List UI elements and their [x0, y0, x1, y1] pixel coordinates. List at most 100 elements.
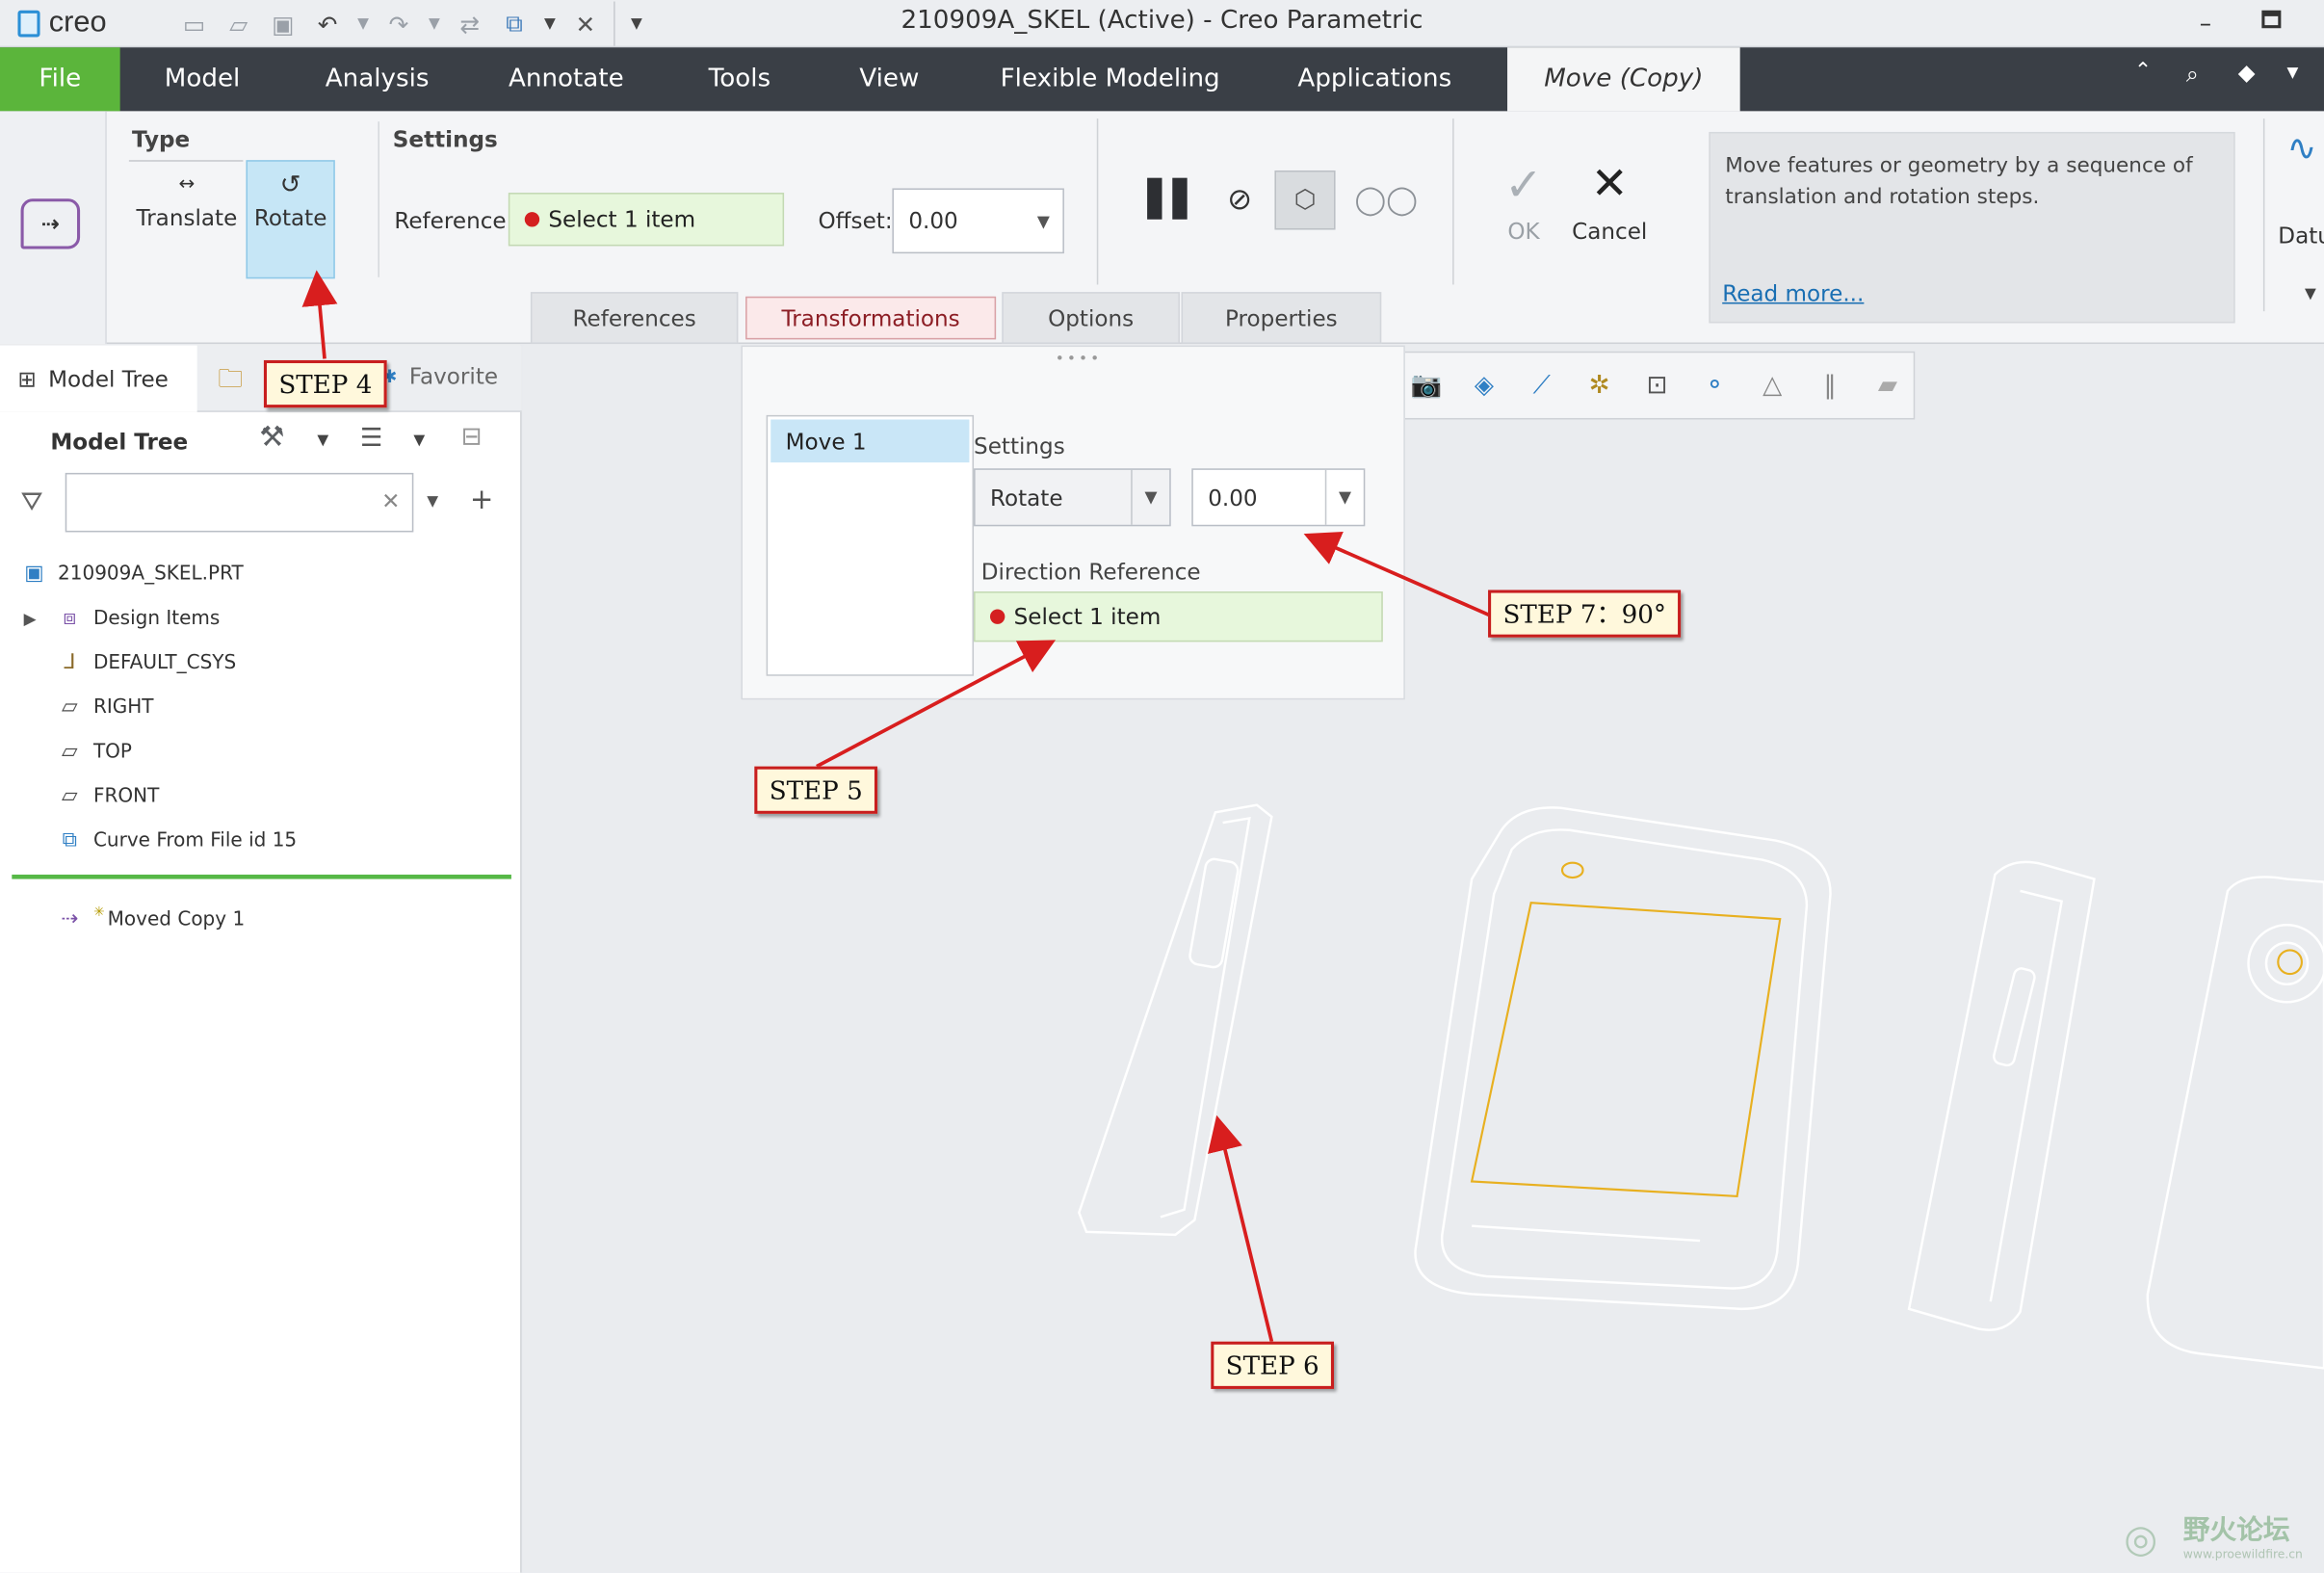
tree-item-design-items[interactable]: ▶ ⧈ Design Items	[24, 596, 221, 641]
no-preview-icon[interactable]: ⊘	[1227, 181, 1252, 217]
show-list-icon[interactable]: ☰	[360, 424, 382, 454]
tree-filter-icon[interactable]: ⊟	[461, 423, 483, 453]
appearance-icon[interactable]: △	[1746, 359, 1798, 411]
add-icon[interactable]: +	[470, 484, 494, 516]
insert-here-indicator[interactable]	[12, 874, 511, 879]
tree-item-top[interactable]: ▱ TOP	[53, 729, 132, 773]
view-manager-icon[interactable]: ⊡	[1632, 359, 1684, 411]
divider	[2262, 118, 2265, 312]
pause-regen-icon[interactable]: ‖	[1804, 359, 1856, 411]
ok-button[interactable]: ✓ OK	[1494, 160, 1554, 245]
navigator-tabs: ⊞ Model Tree 🗀 ✱ Favorite	[0, 345, 522, 412]
datum-display-icon[interactable]: ⟋	[1516, 359, 1568, 411]
tree-item-label: Moved Copy 1	[107, 907, 246, 931]
title-bar: creo ▭ ▱ ▣ ↶ ▼ ↷ ▼ ⇄ ⧉ ▼ ✕ ▼ 210909A_SKE…	[0, 0, 2324, 48]
saved-views-icon[interactable]: 📷	[1400, 359, 1452, 411]
tab-move-copy[interactable]: Move (Copy)	[1507, 47, 1740, 112]
tree-item-default-csys[interactable]: ⅃ DEFAULT_CSYS	[53, 641, 236, 685]
section-icon[interactable]: ▰	[1862, 359, 1914, 411]
cancel-button[interactable]: ✕ Cancel	[1571, 159, 1648, 245]
rotate-button[interactable]: ↺ Rotate	[246, 160, 335, 279]
display-style-icon[interactable]: ◈	[1458, 359, 1510, 411]
reference-collector[interactable]: Select 1 item	[508, 193, 785, 247]
tree-item-moved-copy[interactable]: ⇢ ✳ Moved Copy 1	[53, 897, 245, 941]
divider	[1452, 118, 1454, 285]
tree-item-front[interactable]: ▱ FRONT	[53, 773, 159, 818]
reference-label: Reference:	[394, 207, 514, 235]
read-more-link[interactable]: Read more...	[1722, 278, 1864, 309]
filter-icon[interactable]: ⛛	[21, 486, 43, 517]
datum-plane-icon: ▱	[62, 739, 78, 764]
tree-item-label: 210909A_SKEL.PRT	[58, 563, 244, 586]
tab-model[interactable]: Model	[148, 47, 256, 111]
spin-center-icon[interactable]: ⚬	[1689, 359, 1741, 411]
mode-dropdown-icon[interactable]: ▼	[1131, 469, 1169, 525]
tree-settings-icon[interactable]: ⚒	[259, 421, 284, 454]
learning-icon[interactable]: ◆	[2238, 60, 2256, 87]
datum-label[interactable]: Datu	[2278, 223, 2324, 249]
clear-search-icon[interactable]: ✕	[381, 487, 400, 514]
tab-options[interactable]: Options	[1002, 292, 1180, 345]
tab-favorites[interactable]: ✱ Favorite	[382, 363, 498, 390]
step5-callout: STEP 5	[754, 766, 878, 814]
tab-annotate[interactable]: Annotate	[501, 47, 631, 111]
tab-tools[interactable]: Tools	[699, 47, 779, 111]
search-dropdown-icon[interactable]: ▼	[427, 493, 438, 510]
show-dropdown-icon[interactable]: ▼	[413, 433, 425, 449]
tab-model-tree[interactable]: ⊞ Model Tree	[0, 345, 197, 412]
help-dropdown-icon[interactable]: ▼	[2287, 66, 2299, 82]
minimize-icon[interactable]: –	[2200, 9, 2211, 37]
offset-dropdown-icon[interactable]: ▼	[1024, 190, 1062, 252]
tree-item-right[interactable]: ▱ RIGHT	[53, 685, 154, 729]
datum-icon[interactable]: ∿	[2287, 127, 2317, 169]
window-title: 210909A_SKEL (Active) - Creo Parametric	[901, 6, 1423, 36]
checkmark-icon: ✓	[1503, 158, 1543, 213]
cancel-label: Cancel	[1572, 218, 1648, 245]
tab-transformations[interactable]: Transformations	[745, 296, 997, 340]
required-dot-icon	[989, 609, 1005, 624]
angle-dropdown-icon[interactable]: ▼	[1324, 469, 1364, 525]
tree-search-input[interactable]: ✕	[65, 472, 414, 533]
tree-item-label: Curve From File id 15	[92, 829, 298, 852]
tab-flexible-modeling[interactable]: Flexible Modeling	[996, 47, 1224, 111]
divider	[378, 121, 379, 277]
step7-callout: STEP 7：90°	[1488, 590, 1682, 638]
direction-reference-collector[interactable]: Select 1 item	[974, 591, 1383, 642]
new-feature-star-icon: ✳	[92, 905, 105, 921]
offset-input[interactable]: 0.00 ▼	[892, 188, 1064, 254]
tab-analysis[interactable]: Analysis	[319, 47, 436, 111]
ok-label: OK	[1507, 218, 1540, 245]
preview-geometry-icon: ⬡	[1293, 185, 1317, 216]
folder-browser-icon[interactable]: 🗀	[218, 360, 243, 404]
tab-applications[interactable]: Applications	[1293, 47, 1457, 111]
expand-arrow-icon[interactable]: ▶	[24, 609, 54, 628]
watermark-url: www.proewildfire.cn	[2182, 1547, 2303, 1561]
model-tree-tab-label: Model Tree	[48, 365, 169, 393]
tree-item-curve[interactable]: ⧉ Curve From File id 15	[53, 818, 298, 862]
mode-select[interactable]: Rotate ▼	[974, 468, 1171, 527]
maximize-icon[interactable]	[2261, 10, 2282, 29]
tab-references[interactable]: References	[530, 292, 739, 345]
offset-value: 0.00	[908, 207, 958, 235]
settings-label: Settings	[974, 433, 1065, 460]
datum-dropdown-icon[interactable]: ▼	[2305, 286, 2316, 302]
tab-file[interactable]: File	[0, 47, 120, 112]
search-icon[interactable]: ⌕	[2186, 61, 2199, 88]
tab-properties[interactable]: Properties	[1181, 292, 1382, 345]
verify-glasses-icon[interactable]: ◯◯	[1355, 184, 1418, 217]
collapse-ribbon-icon[interactable]: ⌃	[2134, 60, 2152, 84]
tree-settings-dropdown-icon[interactable]: ▼	[317, 433, 328, 449]
preview-geometry-button[interactable]: ⬡	[1274, 170, 1336, 230]
translate-button[interactable]: ↔ Translate	[130, 166, 243, 275]
divider	[1096, 118, 1099, 285]
pause-button[interactable]	[1147, 177, 1188, 220]
model-tree-header: Model Tree	[50, 428, 189, 456]
tab-view[interactable]: View	[850, 47, 927, 111]
tree-item-part[interactable]: ▣ 210909A_SKEL.PRT	[17, 551, 244, 595]
angle-input[interactable]: 0.00 ▼	[1191, 468, 1366, 527]
tree-item-label: Design Items	[92, 607, 221, 630]
list-item[interactable]: Move 1	[770, 419, 970, 463]
type-group-title: Type	[131, 125, 191, 153]
annotation-display-icon[interactable]: ✲	[1574, 359, 1626, 411]
panel-grip[interactable]: ••••	[1056, 352, 1103, 368]
